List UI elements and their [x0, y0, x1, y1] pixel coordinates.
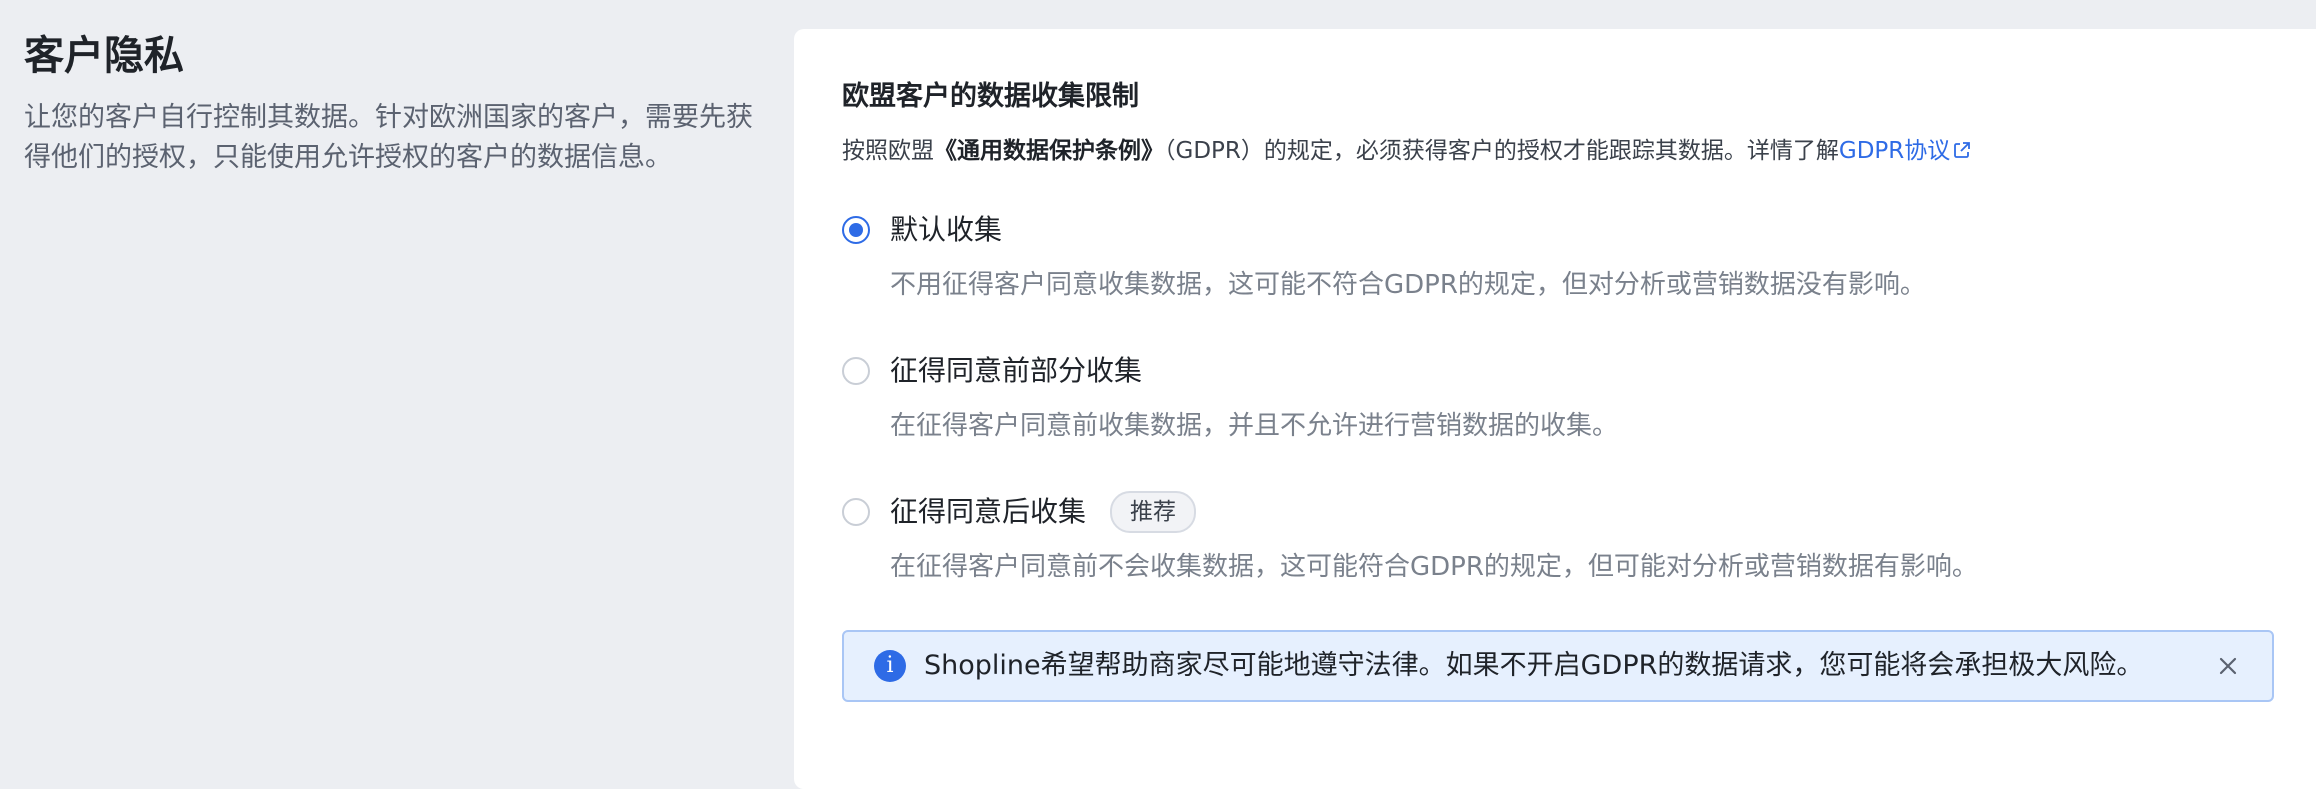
close-icon[interactable]: [2214, 652, 2242, 680]
desc-prefix: 按照欧盟: [842, 138, 934, 164]
desc-regulation-name: 《通用数据保护条例》: [934, 138, 1164, 164]
option-label: 征得同意后收集: [890, 495, 1087, 528]
section-title: 欧盟客户的数据收集限制: [842, 81, 1139, 112]
desc-middle: （GDPR）的规定，必须获得客户的授权才能跟踪其数据。详情了解: [1164, 138, 1839, 164]
option-description: 不用征得客户同意收集数据，这可能不符合GDPR的规定，但对分析或营销数据没有影响…: [890, 270, 1926, 300]
option-label: 默认收集: [890, 213, 1003, 246]
option-label: 征得同意前部分收集: [890, 354, 1143, 387]
option-partial-collect[interactable]: 征得同意前部分收集 在征得客户同意前收集数据，并且不允许进行营销数据的收集。: [842, 349, 2142, 445]
gdpr-link[interactable]: GDPR协议: [1839, 138, 1972, 164]
gdpr-settings-card: 欧盟客户的数据收集限制 按照欧盟《通用数据保护条例》（GDPR）的规定，必须获得…: [794, 29, 2316, 789]
page-description: 让您的客户自行控制其数据。针对欧洲国家的客户，需要先获得他们的授权，只能使用允许…: [24, 102, 753, 173]
recommended-badge: 推荐: [1110, 491, 1197, 533]
section-description: 按照欧盟《通用数据保护条例》（GDPR）的规定，必须获得客户的授权才能跟踪其数据…: [842, 133, 1972, 169]
radio-partial-collect[interactable]: [842, 357, 870, 385]
gdpr-link-label: GDPR协议: [1838, 138, 1951, 164]
page-title: 客户隐私: [24, 33, 184, 79]
gdpr-warning-alert: i Shopline希望帮助商家尽可能地遵守法律。如果不开启GDPR的数据请求，…: [842, 630, 2274, 702]
option-description: 在征得客户同意前收集数据，并且不允许进行营销数据的收集。: [890, 411, 1619, 441]
option-default-collect[interactable]: 默认收集 不用征得客户同意收集数据，这可能不符合GDPR的规定，但对分析或营销数…: [842, 208, 2142, 304]
option-partial-collect-head[interactable]: 征得同意前部分收集: [842, 349, 2142, 393]
info-icon: i: [874, 650, 906, 682]
radio-consent-collect[interactable]: [842, 498, 870, 526]
radio-default-collect[interactable]: [842, 216, 870, 244]
option-consent-collect-head[interactable]: 征得同意后收集 推荐: [842, 490, 2142, 534]
option-description: 在征得客户同意前不会收集数据，这可能符合GDPR的规定，但可能对分析或营销数据有…: [890, 552, 1978, 582]
settings-intro: 客户隐私 让您的客户自行控制其数据。针对欧洲国家的客户，需要先获得他们的授权，只…: [24, 28, 764, 178]
alert-text: Shopline希望帮助商家尽可能地遵守法律。如果不开启GDPR的数据请求，您可…: [924, 650, 2144, 681]
option-default-collect-head[interactable]: 默认收集: [842, 208, 2142, 252]
option-consent-collect[interactable]: 征得同意后收集 推荐 在征得客户同意前不会收集数据，这可能符合GDPR的规定，但…: [842, 490, 2142, 586]
external-link-icon: [1954, 142, 1971, 158]
